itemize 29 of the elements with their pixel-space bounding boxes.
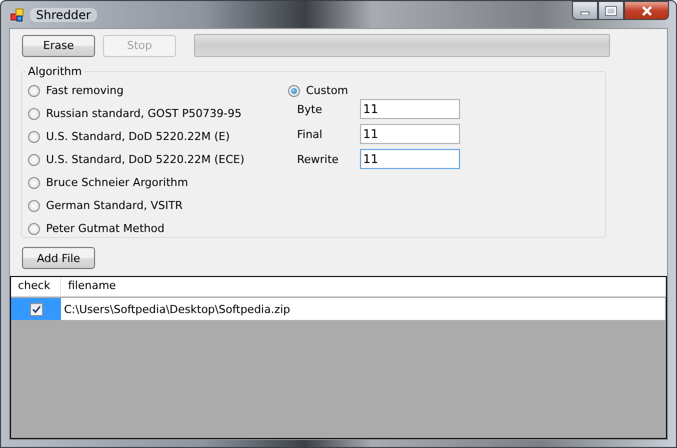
custom-radio[interactable]: Custom (288, 82, 460, 99)
table-cell-text: C:\Users\Softpedia\Desktop\Softpedia.zip (63, 302, 292, 318)
column-header[interactable]: filename (61, 277, 666, 296)
field-label: Rewrite (297, 152, 340, 166)
field-label: Byte (297, 102, 324, 116)
check-cell[interactable] (11, 298, 61, 320)
radio-option[interactable]: U.S. Standard, DoD 5220.22M (E) (28, 128, 278, 145)
column-header[interactable]: check (11, 277, 61, 296)
minimize-button[interactable] (572, 1, 598, 20)
close-icon (640, 6, 652, 16)
radio-option[interactable]: Peter Gutmat Method (28, 220, 278, 237)
number-field[interactable]: 11 (360, 149, 460, 169)
maximize-button[interactable] (598, 1, 624, 20)
window-title: Shredder (30, 8, 97, 22)
radio-option[interactable]: German Standard, VSITR (28, 197, 278, 214)
group-title: Algorithm (27, 65, 83, 78)
maximize-icon (605, 6, 617, 16)
app-icon (10, 8, 24, 22)
radio-option[interactable]: Fast removing (28, 82, 278, 99)
radio-option[interactable]: Russian standard, GOST P50739-95 (28, 105, 278, 122)
number-field[interactable]: 11 (360, 99, 460, 119)
add-file-button[interactable]: Add File (22, 247, 95, 269)
erase-button[interactable]: Erase (22, 34, 95, 56)
radio-option[interactable]: U.S. Standard, DoD 5220.22M (ECE) (28, 151, 278, 168)
field-label: Final (297, 128, 324, 140)
close-button[interactable] (624, 1, 669, 20)
checkbox[interactable] (30, 302, 42, 316)
number-field[interactable]: 11 (360, 124, 460, 144)
radio-option[interactable]: Bruce Schneier Argorithm (28, 174, 278, 191)
